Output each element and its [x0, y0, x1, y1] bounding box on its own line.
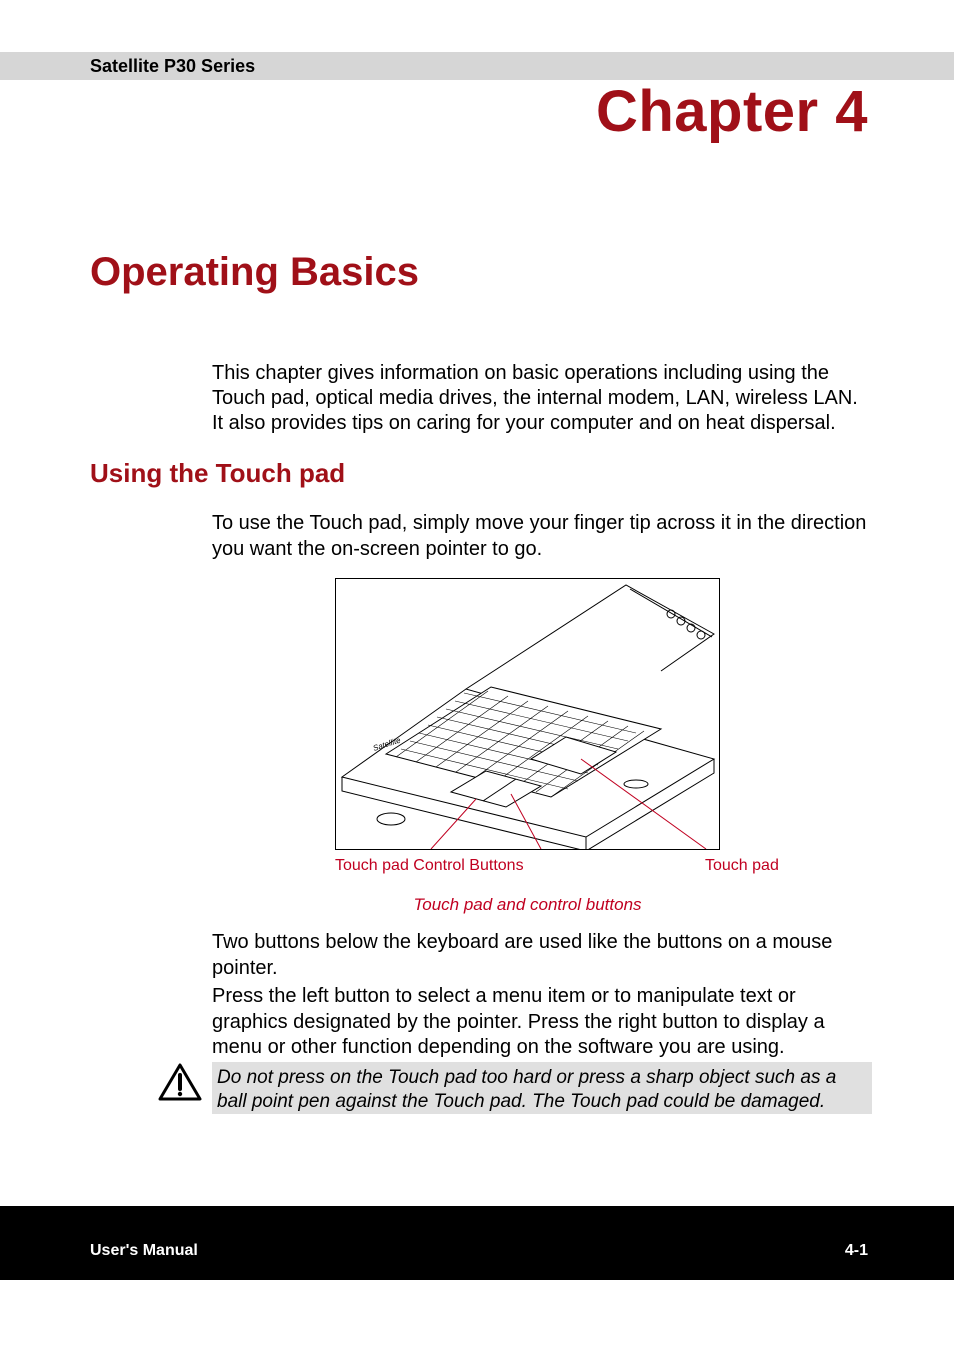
touchpad-para-2: Two buttons below the keyboard are used …	[212, 930, 872, 981]
caution-icon	[158, 1063, 202, 1103]
touchpad-para-3: Press the left button to select a menu i…	[212, 984, 874, 1061]
series-title: Satellite P30 Series	[90, 56, 255, 77]
intro-paragraph: This chapter gives information on basic …	[212, 361, 869, 436]
laptop-illustration: Satellite	[336, 579, 720, 850]
figure-label-touchpad: Touch pad	[705, 857, 779, 875]
section-title: Operating Basics	[90, 250, 419, 295]
footer-left: User's Manual	[90, 1242, 198, 1260]
subsection-title: Using the Touch pad	[90, 458, 345, 489]
laptop-figure: Satellite	[335, 578, 720, 850]
caution-box: Do not press on the Touch pad too hard o…	[212, 1062, 872, 1114]
page: Satellite P30 Series Chapter 4 Operating…	[0, 0, 954, 1349]
chapter-title: Chapter 4	[596, 78, 868, 145]
touchpad-para-1: To use the Touch pad, simply move your f…	[212, 511, 872, 562]
footer-page-number: 4-1	[845, 1242, 868, 1260]
figure-caption: Touch pad and control buttons	[335, 895, 720, 915]
figure-label-control-buttons: Touch pad Control Buttons	[335, 857, 524, 875]
caution-text: Do not press on the Touch pad too hard o…	[217, 1066, 867, 1114]
